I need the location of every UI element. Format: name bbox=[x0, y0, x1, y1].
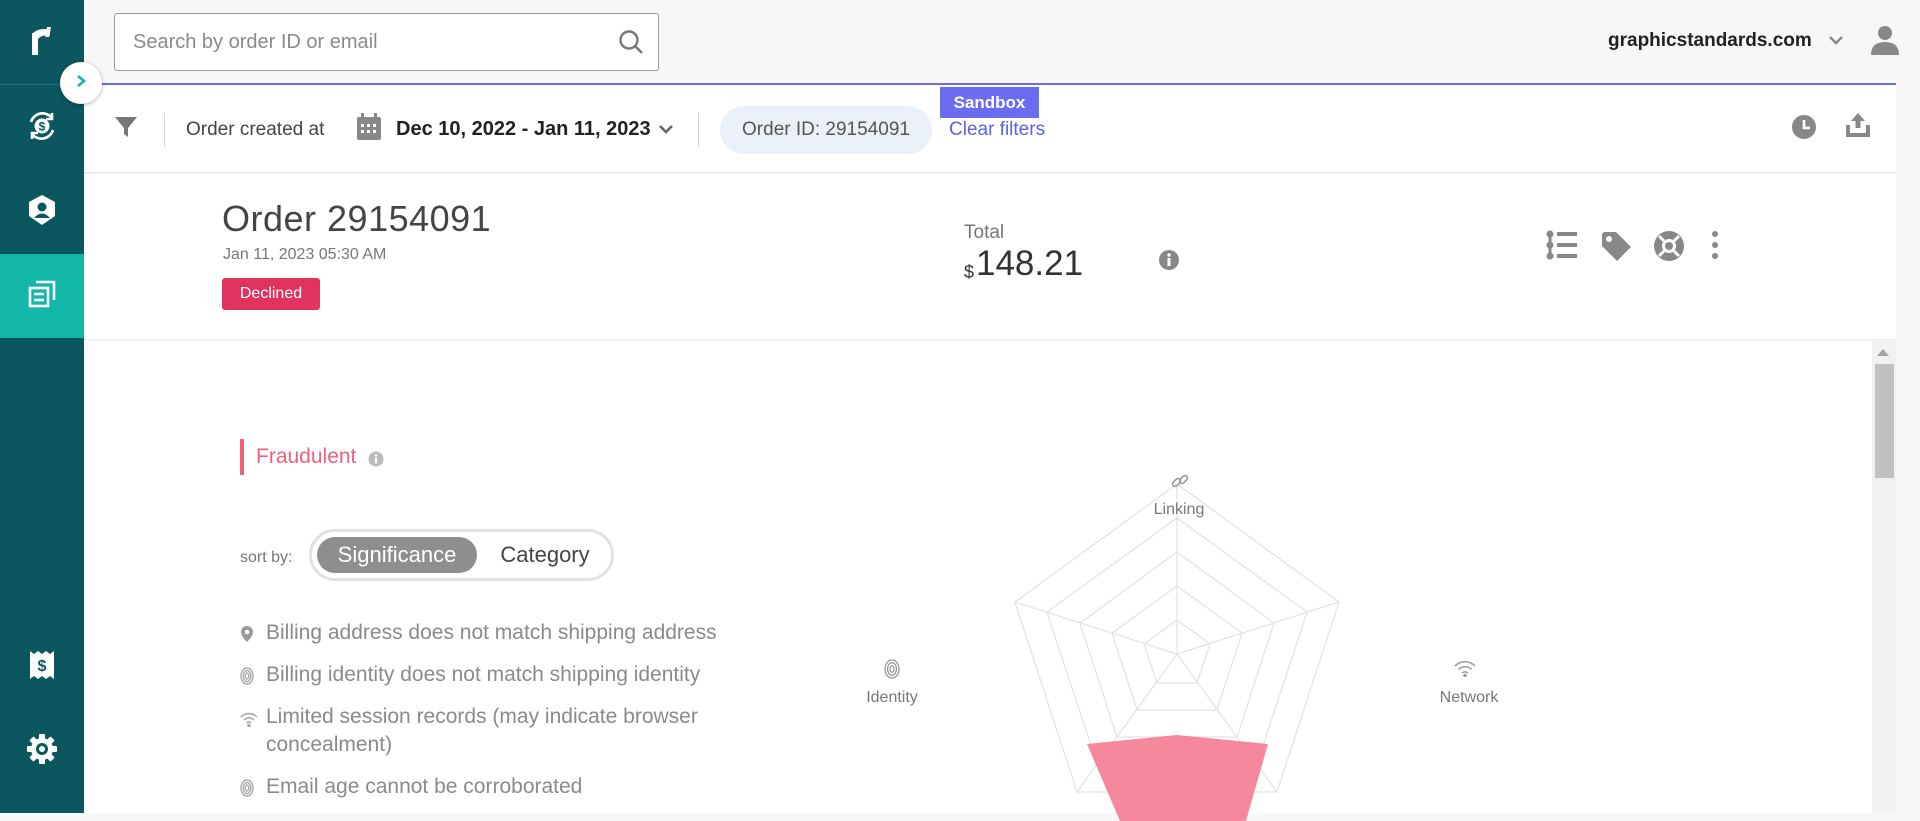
sidebar-expand-button[interactable] bbox=[60, 62, 102, 104]
sidebar: $ $ bbox=[0, 0, 84, 813]
radar-axis-network: Network bbox=[1439, 689, 1499, 706]
radar-axis-linking: Linking bbox=[1153, 501, 1205, 518]
document-list-icon bbox=[27, 279, 57, 314]
sidebar-item-billing[interactable]: $ bbox=[0, 625, 84, 709]
chevron-down-icon[interactable] bbox=[1828, 33, 1844, 51]
receipt-dollar-icon: $ bbox=[28, 649, 56, 686]
order-id-filter-chip[interactable]: Order ID: 29154091 bbox=[720, 106, 932, 154]
chevron-right-icon bbox=[74, 74, 88, 93]
info-icon[interactable] bbox=[368, 451, 384, 472]
clear-filters-link[interactable]: Clear filters bbox=[949, 119, 1045, 141]
reason-text: Limited session records (may indicate br… bbox=[266, 705, 698, 756]
scrollbar-thumb[interactable] bbox=[1875, 364, 1894, 478]
lifebuoy-icon[interactable] bbox=[1653, 230, 1685, 267]
link-icon bbox=[1170, 471, 1190, 496]
reason-text: Email age cannot be corroborated bbox=[266, 775, 583, 798]
account-domain[interactable]: graphicstandards.com bbox=[1608, 30, 1812, 52]
top-bar: graphicstandards.com bbox=[84, 0, 1899, 85]
total-label: Total bbox=[964, 222, 1005, 243]
user-shield-icon bbox=[27, 194, 57, 231]
user-avatar-icon[interactable] bbox=[1870, 24, 1900, 61]
more-vertical-icon[interactable] bbox=[1710, 230, 1720, 265]
sort-toggle: Significance Category bbox=[309, 529, 614, 581]
page-title: Order 29154091 bbox=[222, 198, 492, 239]
fingerprint-icon bbox=[240, 777, 254, 805]
search-icon[interactable] bbox=[618, 29, 644, 60]
sidebar-item-identity[interactable] bbox=[0, 170, 84, 254]
fingerprint-icon bbox=[884, 659, 900, 684]
divider bbox=[164, 113, 165, 147]
total-currency: $ bbox=[964, 262, 975, 282]
risk-area bbox=[1087, 735, 1268, 821]
verdict-indicator bbox=[240, 439, 244, 475]
wifi-icon bbox=[1454, 659, 1476, 682]
calendar-icon[interactable] bbox=[356, 113, 382, 146]
sort-label: sort by: bbox=[240, 549, 293, 566]
date-range-picker[interactable]: Dec 10, 2022 - Jan 11, 2023 bbox=[396, 118, 651, 141]
status-badge: Declined bbox=[222, 278, 320, 310]
history-clock-icon[interactable] bbox=[1790, 113, 1818, 146]
svg-text:$: $ bbox=[39, 119, 46, 133]
sidebar-item-settings[interactable] bbox=[0, 709, 84, 793]
divider bbox=[698, 113, 699, 147]
map-pin-icon bbox=[240, 623, 254, 651]
chevron-down-icon[interactable] bbox=[658, 122, 674, 140]
reason-text: Billing identity does not match shipping… bbox=[266, 663, 701, 686]
tag-icon[interactable] bbox=[1600, 230, 1632, 267]
sandbox-badge: Sandbox bbox=[940, 87, 1039, 118]
radar-axis-identity: Identity bbox=[866, 689, 918, 706]
fingerprint-icon bbox=[240, 665, 254, 693]
search-box bbox=[114, 13, 659, 71]
dollar-cycle-icon: $ bbox=[25, 109, 59, 148]
analysis-panel: Fraudulent sort by: Significance Categor… bbox=[84, 341, 1872, 821]
sort-option-significance[interactable]: Significance bbox=[317, 537, 477, 573]
gear-icon bbox=[26, 733, 58, 770]
filter-icon[interactable] bbox=[114, 115, 138, 144]
list-details-icon[interactable] bbox=[1546, 230, 1578, 265]
reason-text: Billing address does not match shipping … bbox=[266, 621, 717, 644]
scroll-up-arrow-icon[interactable] bbox=[1877, 349, 1889, 356]
order-date: Jan 11, 2023 05:30 AM bbox=[223, 246, 387, 263]
verdict-label: Fraudulent bbox=[256, 445, 357, 468]
svg-text:$: $ bbox=[38, 658, 47, 675]
total-amount: 148.21 bbox=[976, 244, 1084, 283]
search-input[interactable] bbox=[133, 14, 603, 70]
wifi-icon bbox=[240, 707, 258, 735]
sort-option-category[interactable]: Category bbox=[484, 537, 606, 573]
order-created-label: Order created at bbox=[186, 119, 325, 140]
sidebar-item-orders[interactable] bbox=[0, 254, 84, 338]
export-icon[interactable] bbox=[1844, 111, 1872, 144]
order-header: Order 29154091 Jan 11, 2023 05:30 AM Dec… bbox=[84, 174, 1896, 340]
info-icon[interactable] bbox=[1158, 249, 1180, 276]
